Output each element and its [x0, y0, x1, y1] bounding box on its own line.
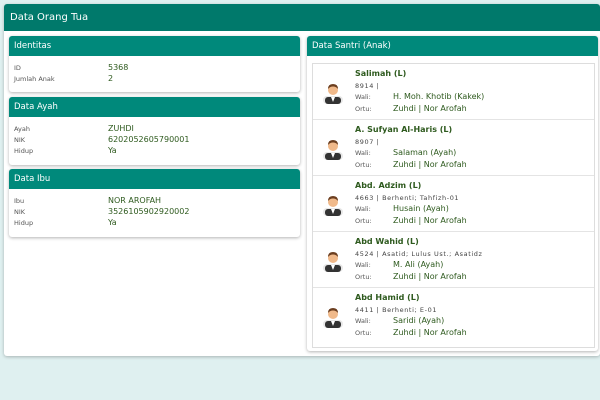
santri-meta: 4411 | Berhenti; E-01	[355, 306, 438, 314]
ortu-line: Ortu: Zuhdi | Nor Arofah	[355, 272, 467, 281]
wali-value: Saridi (Ayah)	[393, 316, 445, 325]
santri-meta: 8914 |	[355, 82, 380, 90]
jumlah-anak-row: Jumlah Anak 2	[14, 73, 296, 84]
ayah-name-row: Ayah ZUHDI	[14, 123, 296, 134]
list-item[interactable]: Salimah (L) 8914 | Wali: H. Moh. Khotib …	[313, 64, 594, 120]
wali-line: Wali: Salaman (Ayah)	[355, 148, 456, 157]
wali-line: Wali: Husain (Ayah)	[355, 204, 449, 213]
ayah-hidup-label: Hidup	[14, 146, 34, 155]
ibu-card-body: Ibu NOR AROFAH NIK 3526105902920002 Hidu…	[9, 189, 300, 232]
ortu-value: Zuhdi | Nor Arofah	[393, 216, 467, 225]
santri-card: Data Santri (Anak) Salimah (L) 8914 | Wa…	[307, 36, 598, 351]
ortu-line: Ortu: Zuhdi | Nor Arofah	[355, 160, 467, 169]
id-label: ID	[14, 63, 21, 72]
ayah-hidup-value: Ya	[108, 146, 117, 155]
ayah-hidup-row: Hidup Ya	[14, 145, 296, 156]
santri-name: Abd Hamid (L)	[355, 293, 420, 302]
wali-label: Wali:	[355, 148, 371, 157]
ayah-card-body: Ayah ZUHDI NIK 6202052605790001 Hidup Ya	[9, 117, 300, 160]
user-avatar-icon	[323, 308, 343, 328]
ayah-nik-label: NIK	[14, 135, 26, 144]
identitas-card-body: ID 5368 Jumlah Anak 2	[9, 56, 300, 88]
identitas-card-title: Identitas	[9, 36, 300, 56]
ayah-card: Data Ayah Ayah ZUHDI NIK 620205260579000…	[9, 97, 300, 165]
id-value: 5368	[108, 63, 129, 72]
ayah-nik-row: NIK 6202052605790001	[14, 134, 296, 145]
list-item[interactable]: Abd Wahid (L) 4524 | Asatid; Lulus Ust.;…	[313, 232, 594, 288]
list-item[interactable]: A. Sufyan Al-Haris (L) 8907 | Wali: Sala…	[313, 120, 594, 176]
wali-value: M. Ali (Ayah)	[393, 260, 444, 269]
santri-meta: 8907 |	[355, 138, 380, 146]
ibu-nik-value: 3526105902920002	[108, 207, 190, 216]
wali-label: Wali:	[355, 204, 371, 213]
santri-meta: 4524 | Asatid; Lulus Ust.; Asatidz	[355, 250, 483, 258]
list-item[interactable]: Abd Hamid (L) 4411 | Berhenti; E-01 Wali…	[313, 288, 594, 344]
user-avatar-icon	[323, 196, 343, 216]
ayah-nik-value: 6202052605790001	[108, 135, 190, 144]
wali-line: Wali: Saridi (Ayah)	[355, 316, 444, 325]
santri-name: Abd Wahid (L)	[355, 237, 419, 246]
santri-card-title: Data Santri (Anak)	[307, 36, 598, 56]
ibu-name-label: Ibu	[14, 196, 25, 205]
page-title: Data Orang Tua	[4, 4, 600, 31]
ibu-hidup-row: Hidup Ya	[14, 217, 296, 228]
user-avatar-icon	[323, 252, 343, 272]
santri-meta: 4663 | Berhenti; Tahfizh-01	[355, 194, 460, 202]
ayah-name-label: Ayah	[14, 124, 30, 133]
jumlah-anak-label: Jumlah Anak	[14, 74, 55, 83]
santri-name: Abd. Adzim (L)	[355, 181, 422, 190]
ortu-label: Ortu:	[355, 328, 372, 337]
wali-line: Wali: H. Moh. Khotib (Kakek)	[355, 92, 484, 101]
list-item[interactable]: Abd. Adzim (L) 4663 | Berhenti; Tahfizh-…	[313, 176, 594, 232]
wali-label: Wali:	[355, 316, 371, 325]
ibu-hidup-label: Hidup	[14, 218, 34, 227]
ortu-label: Ortu:	[355, 272, 372, 281]
user-avatar-icon	[323, 140, 343, 160]
id-row: ID 5368	[14, 62, 296, 73]
ibu-name-row: Ibu NOR AROFAH	[14, 195, 296, 206]
ibu-nik-row: NIK 3526105902920002	[14, 206, 296, 217]
ortu-label: Ortu:	[355, 104, 372, 113]
ibu-card-title: Data Ibu	[9, 169, 300, 189]
parent-data-panel: Data Orang Tua Identitas ID 5368 Jumlah …	[4, 4, 600, 356]
ortu-value: Zuhdi | Nor Arofah	[393, 328, 467, 337]
ayah-card-title: Data Ayah	[9, 97, 300, 117]
ortu-label: Ortu:	[355, 160, 372, 169]
ibu-card: Data Ibu Ibu NOR AROFAH NIK 352610590292…	[9, 169, 300, 237]
ortu-line: Ortu: Zuhdi | Nor Arofah	[355, 328, 467, 337]
wali-value: Salaman (Ayah)	[393, 148, 457, 157]
ortu-label: Ortu:	[355, 216, 372, 225]
ibu-nik-label: NIK	[14, 207, 26, 216]
wali-value: Husain (Ayah)	[393, 204, 449, 213]
wali-line: Wali: M. Ali (Ayah)	[355, 260, 443, 269]
user-avatar-icon	[323, 84, 343, 104]
wali-value: H. Moh. Khotib (Kakek)	[393, 92, 485, 101]
ortu-value: Zuhdi | Nor Arofah	[393, 160, 467, 169]
ayah-name-value: ZUHDI	[108, 124, 134, 133]
wali-label: Wali:	[355, 92, 371, 101]
ortu-value: Zuhdi | Nor Arofah	[393, 104, 467, 113]
ortu-value: Zuhdi | Nor Arofah	[393, 272, 467, 281]
santri-list[interactable]: Salimah (L) 8914 | Wali: H. Moh. Khotib …	[312, 63, 595, 348]
santri-name: Salimah (L)	[355, 69, 407, 78]
ortu-line: Ortu: Zuhdi | Nor Arofah	[355, 216, 467, 225]
wali-label: Wali:	[355, 260, 371, 269]
jumlah-anak-value: 2	[108, 74, 114, 83]
ortu-line: Ortu: Zuhdi | Nor Arofah	[355, 104, 467, 113]
identitas-card: Identitas ID 5368 Jumlah Anak 2	[9, 36, 300, 92]
ibu-name-value: NOR AROFAH	[108, 196, 162, 205]
santri-name: A. Sufyan Al-Haris (L)	[355, 125, 453, 134]
ibu-hidup-value: Ya	[108, 218, 117, 227]
